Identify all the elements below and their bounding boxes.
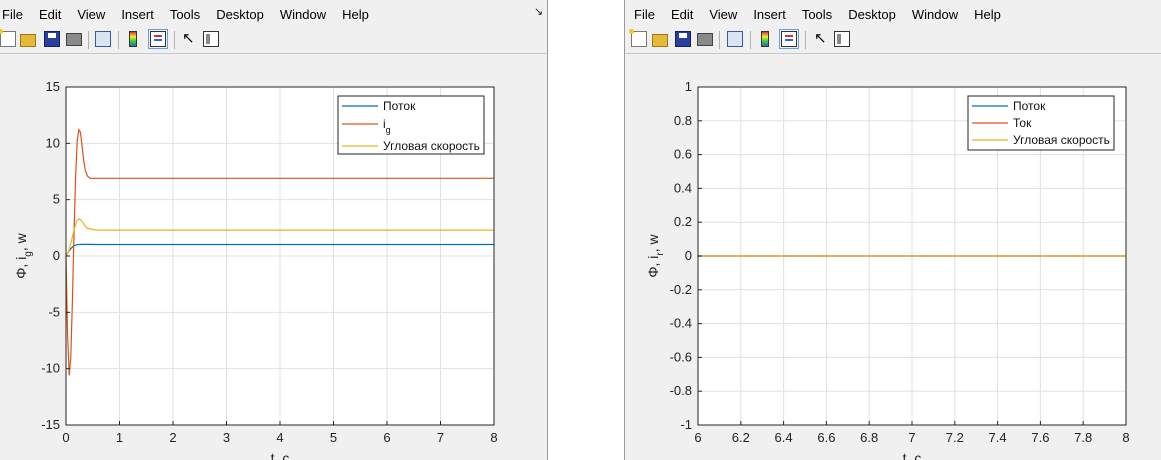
y-tick-label: 0.2 [674,214,692,229]
x-tick-label: 7 [908,430,915,445]
x-tick-label: 6.8 [860,430,878,445]
y-tick-label: -1 [680,417,692,432]
y-tick-label: 0.4 [674,180,692,195]
x-tick-label: 8 [1122,430,1129,445]
y-tick-label: 0 [685,248,692,263]
y-tick-label: -0.6 [670,349,692,364]
x-tick-label: 6.2 [732,430,750,445]
x-tick-label: 1 [116,430,123,445]
figure-window-right: File Edit View Insert Tools Desktop Wind… [624,0,1161,460]
y-tick-label: 1 [685,79,692,94]
background-gap [548,0,623,460]
legend-entry-text: Поток [1013,99,1046,113]
legend-entry: Ток [1013,116,1032,130]
y-tick-label: -5 [48,304,60,319]
x-tick-label: 7.4 [989,430,1007,445]
x-tick-label: 6.4 [775,430,793,445]
x-tick-label: 8 [490,430,497,445]
y-axis-label-main: Φ, i [13,257,29,279]
legend-entry-sub: g [386,125,391,135]
x-tick-label: 6 [383,430,390,445]
x-tick-label: 4 [276,430,283,445]
x-tick-label: 6 [694,430,701,445]
x-tick-label: 3 [223,430,230,445]
x-tick-label: 5 [330,430,337,445]
y-tick-label: 10 [46,135,60,150]
x-tick-label: 7.2 [946,430,964,445]
legend-entry-text: Угловая скорость [1013,133,1110,147]
y-tick-label: -0.8 [670,383,692,398]
x-tick-label: 7.8 [1074,430,1092,445]
x-tick-label: 0 [62,430,69,445]
legend-entry: Угловая скорость [383,139,480,153]
y-axis-label: Φ, ig, w [13,232,34,278]
y-axis-label-main: Φ, i [645,256,661,278]
y-tick-label: -0.4 [670,316,692,331]
y-tick-label: -10 [41,361,60,376]
y-axis-label: Φ, ir, w [645,233,666,277]
legend-entry: Угловая скорость [1013,133,1110,147]
legend-entry-text: Ток [1013,116,1032,130]
y-tick-label: 15 [46,79,60,94]
y-axis-label-tail: , w [645,233,661,252]
x-tick-label: 6.6 [817,430,835,445]
y-tick-label: 0.8 [674,113,692,128]
y-tick-label: 5 [53,192,60,207]
y-tick-label: -15 [41,417,60,432]
legend-entry: Поток [383,99,416,113]
x-axis-label: t, c [271,450,290,460]
x-tick-label: 2 [169,430,176,445]
y-axis-label-tail: , w [13,232,29,251]
y-tick-label: -0.2 [670,282,692,297]
x-axis-label: t, c [903,450,922,460]
x-tick-label: 7.6 [1031,430,1049,445]
chart-left: 0 1 2 3 4 5 6 7 8-15-10-5051015t, cΦ, ig, wПоток… [13,79,498,460]
legend-entry-text: Угловая скорость [383,139,480,153]
figure-window-left: File Edit View Insert Tools Desktop Wind… [0,0,548,460]
y-tick-label: 0.6 [674,147,692,162]
legend-entry-text: Поток [383,99,416,113]
legend-entry: Поток [1013,99,1046,113]
chart-right: 6 6.2 6.4 6.6 6.8 7 7.2 7.4 7.6 7.8 8 -1 -0.8 -0.6 -0.… [645,79,1130,460]
x-tick-label: 7 [437,430,444,445]
y-tick-label: 0 [53,248,60,263]
